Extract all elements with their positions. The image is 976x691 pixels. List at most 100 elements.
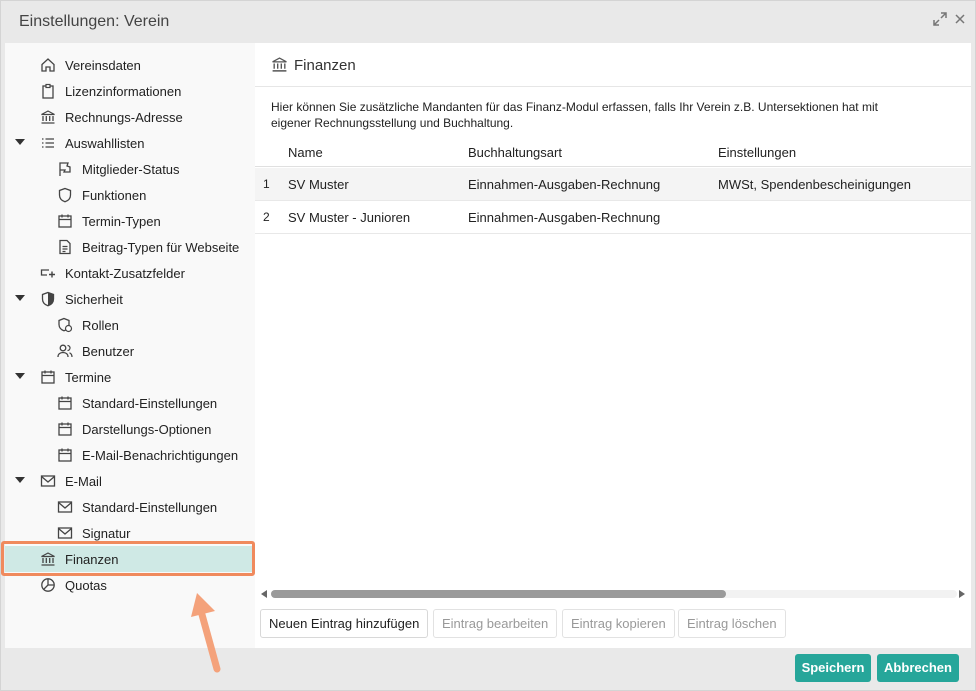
tree-item-label: Lizenzinformationen <box>65 84 182 99</box>
mail-icon <box>56 524 74 542</box>
scrollbar-thumb[interactable] <box>271 590 726 598</box>
tree-item-email-benachrichtigungen[interactable]: E-Mail-Benachrichtigungen <box>5 442 255 468</box>
cell-buchhaltungsart: Einnahmen-Ausgaben-Rechnung <box>468 177 661 192</box>
bank-icon <box>271 56 288 76</box>
bank-icon <box>39 550 57 568</box>
mail-icon <box>39 472 57 490</box>
tree-item-label: Rollen <box>82 318 119 333</box>
tree-item-label: Funktionen <box>82 188 147 203</box>
calendar-icon <box>56 394 74 412</box>
panel-description: Hier können Sie zusätzliche Mandanten fü… <box>271 100 878 130</box>
tree-item-label: E-Mail <box>65 474 102 489</box>
cell-einstellungen: MWSt, Spendenbescheinigungen <box>718 177 911 192</box>
tree-item-rollen[interactable]: Rollen <box>5 312 255 338</box>
calendar-icon <box>56 446 74 464</box>
tree-item-finanzen[interactable]: Finanzen <box>5 546 255 572</box>
tree-item-label: Finanzen <box>65 552 119 567</box>
tree-item-label: Auswahllisten <box>65 136 145 151</box>
tree-item-label: Vereinsdaten <box>65 58 141 73</box>
tree-item-lizenzinformationen[interactable]: Lizenzinformationen <box>5 78 255 104</box>
dialog-titlebar: Einstellungen: Verein <box>1 1 975 43</box>
field-add-icon <box>39 264 57 282</box>
caret-down-icon[interactable] <box>15 373 25 379</box>
tree-item-funktionen[interactable]: Funktionen <box>5 182 255 208</box>
tree-item-label: Quotas <box>65 578 107 593</box>
tree-item-vereinsdaten[interactable]: Vereinsdaten <box>5 52 255 78</box>
horizontal-scrollbar[interactable] <box>255 586 971 600</box>
tree-item-termin-typen[interactable]: Termin-Typen <box>5 208 255 234</box>
dialog-title: Einstellungen: Verein <box>19 13 170 30</box>
bank-icon <box>39 108 57 126</box>
pie-icon <box>39 576 57 594</box>
caret-down-icon[interactable] <box>15 477 25 483</box>
tree-item-benutzer[interactable]: Benutzer <box>5 338 255 364</box>
settings-tree: Vereinsdaten Lizenzinformationen Rechnun… <box>5 43 255 648</box>
settings-dialog: Einstellungen: Verein Vereinsdaten Lizen… <box>0 0 976 691</box>
scroll-left-icon[interactable] <box>261 590 267 598</box>
tree-item-email[interactable]: E-Mail <box>5 468 255 494</box>
shield-icon <box>39 290 57 308</box>
shield-outline-icon <box>56 186 74 204</box>
close-icon[interactable] <box>954 12 966 26</box>
maximize-icon[interactable] <box>933 12 947 26</box>
copy-entry-button[interactable]: Eintrag kopieren <box>562 609 675 638</box>
calendar-icon <box>56 420 74 438</box>
column-header-einstellungen[interactable]: Einstellungen <box>718 138 796 167</box>
home-icon <box>39 56 57 74</box>
cell-name: SV Muster <box>288 177 349 192</box>
cell-buchhaltungsart: Einnahmen-Ausgaben-Rechnung <box>468 210 661 225</box>
tree-item-label: Termine <box>65 370 112 385</box>
caret-down-icon[interactable] <box>15 139 25 145</box>
tree-item-kontakt-zusatzfelder[interactable]: Kontakt-Zusatzfelder <box>5 260 255 286</box>
annotation-arrow-icon <box>191 593 221 673</box>
role-shield-icon <box>56 316 74 334</box>
list-icon <box>39 134 57 152</box>
tree-item-label: Beitrag-Typen für Webseite <box>82 240 240 255</box>
column-header-buchhaltungsart[interactable]: Buchhaltungsart <box>468 138 562 167</box>
tree-item-termine-standard-einstellungen[interactable]: Standard-Einstellungen <box>5 390 255 416</box>
tree-item-label: Benutzer <box>82 344 135 359</box>
main-panel: Finanzen Hier können Sie zusätzliche Man… <box>255 43 971 648</box>
page-title: Finanzen <box>294 57 356 74</box>
row-number: 2 <box>263 210 270 224</box>
row-number: 1 <box>263 177 270 191</box>
users-icon <box>56 342 74 360</box>
cancel-button[interactable]: Abbrechen <box>877 654 959 682</box>
tree-item-label: E-Mail-Benachrichtigungen <box>82 448 239 463</box>
mail-icon <box>56 498 74 516</box>
calendar-icon <box>56 212 74 230</box>
clipboard-icon <box>39 82 57 100</box>
table-header: Name Buchhaltungsart Einstellungen <box>255 138 971 167</box>
scroll-right-icon[interactable] <box>959 590 965 598</box>
tree-item-email-standard-einstellungen[interactable]: Standard-Einstellungen <box>5 494 255 520</box>
document-icon <box>56 238 74 256</box>
delete-entry-button[interactable]: Eintrag löschen <box>678 609 786 638</box>
add-entry-button[interactable]: Neuen Eintrag hinzufügen <box>260 609 429 638</box>
tree-item-beitrag-typen[interactable]: Beitrag-Typen für Webseite <box>5 234 255 260</box>
table-row[interactable]: 2 SV Muster - Junioren Einnahmen-Ausgabe… <box>255 201 971 234</box>
tree-item-termine[interactable]: Termine <box>5 364 255 390</box>
flag-icon <box>56 160 74 178</box>
tree-item-darstellungs-optionen[interactable]: Darstellungs-Optionen <box>5 416 255 442</box>
tree-item-sicherheit[interactable]: Sicherheit <box>5 286 255 312</box>
table-row[interactable]: 1 SV Muster Einnahmen-Ausgaben-Rechnung … <box>255 168 971 201</box>
panel-header: Finanzen <box>255 43 971 87</box>
tree-item-label: Standard-Einstellungen <box>82 500 218 515</box>
tree-item-label: Rechnungs-Adresse <box>65 110 183 125</box>
tree-item-label: Termin-Typen <box>82 214 161 229</box>
tree-item-rechnungs-adresse[interactable]: Rechnungs-Adresse <box>5 104 255 130</box>
caret-down-icon[interactable] <box>15 295 25 301</box>
tree-item-signatur[interactable]: Signatur <box>5 520 255 546</box>
tree-item-label: Standard-Einstellungen <box>82 396 218 411</box>
calendar-icon <box>39 368 57 386</box>
edit-entry-button[interactable]: Eintrag bearbeiten <box>433 609 558 638</box>
tree-item-label: Sicherheit <box>65 292 123 307</box>
tree-item-mitglieder-status[interactable]: Mitglieder-Status <box>5 156 255 182</box>
tree-item-label: Mitglieder-Status <box>82 162 180 177</box>
tree-item-label: Signatur <box>82 526 131 541</box>
save-button[interactable]: Speichern <box>795 654 871 682</box>
cell-name: SV Muster - Junioren <box>288 210 411 225</box>
column-header-name[interactable]: Name <box>288 138 323 167</box>
tree-item-auswahllisten[interactable]: Auswahllisten <box>5 130 255 156</box>
tree-item-label: Darstellungs-Optionen <box>82 422 212 437</box>
